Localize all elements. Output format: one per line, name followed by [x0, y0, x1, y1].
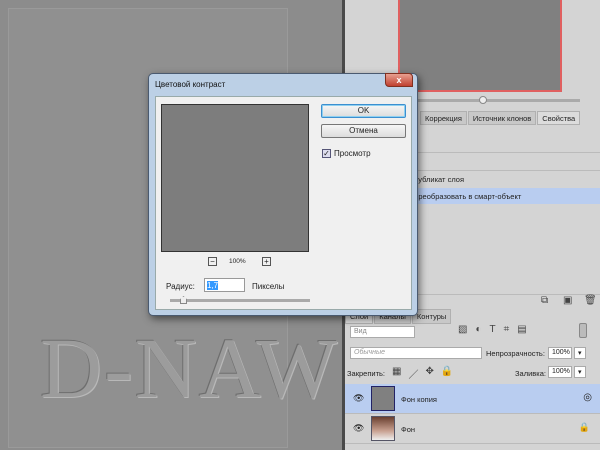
lock-all-icon[interactable]: 🔒 — [441, 366, 453, 381]
close-button[interactable]: x — [385, 73, 413, 87]
filter-toggle[interactable] — [579, 323, 587, 338]
camera-icon[interactable]: ▣ — [563, 295, 572, 306]
radius-label: Радиус: — [166, 282, 195, 291]
cancel-button[interactable]: Отмена — [321, 124, 406, 138]
ok-button[interactable]: OK — [321, 104, 406, 118]
panel-tabs: Коррекция Источник клонов Свойства — [420, 111, 581, 125]
navigator-slider-thumb[interactable] — [479, 96, 487, 104]
eye-icon[interactable]: 👁 — [353, 423, 364, 434]
radius-value: 1,7 — [207, 281, 219, 290]
radius-input[interactable]: 1,7 — [204, 278, 245, 292]
radius-slider[interactable] — [170, 299, 310, 302]
tab-adjustments[interactable]: Коррекция — [420, 111, 467, 125]
smart-filter-icon[interactable]: ◎ — [583, 392, 592, 403]
layer-row-selected[interactable]: 👁 Фон копия ◎ — [345, 384, 600, 414]
fill-label: Заливка: — [515, 369, 546, 378]
zoom-out-button[interactable]: − — [208, 257, 217, 266]
new-snapshot-icon[interactable]: ⧉ — [541, 295, 548, 306]
lock-move-icon[interactable]: ✥ — [425, 366, 433, 381]
navigator-preview[interactable] — [398, 0, 562, 92]
opacity-label: Непрозрачность: — [486, 349, 545, 358]
watermark-text: D-NAW — [40, 320, 340, 416]
eye-icon[interactable]: 👁 — [353, 393, 364, 404]
opacity-input[interactable]: 100% — [548, 347, 572, 359]
pixel-filter-icon[interactable]: ▧ — [458, 324, 467, 335]
color-contrast-dialog: Цветовой контраст x OK Отмена ✓ Просмотр… — [148, 73, 418, 316]
zoom-in-button[interactable]: + — [262, 257, 271, 266]
smart-object-filter-icon[interactable]: ▤ — [517, 324, 526, 335]
fill-dropdown[interactable]: ▾ — [574, 366, 586, 378]
units-label: Пикселы — [252, 282, 285, 291]
opacity-dropdown[interactable]: ▾ — [574, 347, 586, 359]
trash-icon[interactable]: 🗑 — [584, 295, 597, 306]
shape-filter-icon[interactable]: ⌗ — [504, 324, 510, 335]
preview-checkbox[interactable]: ✓ — [322, 149, 331, 158]
layer-row[interactable]: 👁 Фон 🔒 — [345, 414, 600, 444]
lock-brush-icon[interactable]: ／ — [408, 366, 418, 381]
lock-label: Закрепить: — [347, 369, 386, 378]
tab-clone-source[interactable]: Источник клонов — [467, 111, 537, 125]
blend-mode-select[interactable]: Обычные — [350, 347, 482, 359]
adjustment-filter-icon[interactable]: ◐ — [475, 324, 481, 335]
tab-properties[interactable]: Свойства — [537, 111, 581, 125]
dialog-title: Цветовой контраст — [155, 80, 226, 89]
layer-thumbnail — [371, 386, 395, 411]
layer-filter-select[interactable]: Вид — [350, 326, 415, 338]
layer-name[interactable]: Фон копия — [401, 395, 437, 404]
layer-name[interactable]: Фон — [401, 425, 415, 434]
type-filter-icon[interactable]: T — [490, 324, 496, 335]
zoom-level: 100% — [229, 258, 246, 265]
lock-transparent-icon[interactable]: ▦ — [392, 366, 401, 381]
fill-input[interactable]: 100% — [548, 366, 572, 378]
radius-slider-thumb[interactable] — [180, 296, 187, 304]
filter-preview[interactable] — [161, 104, 309, 252]
dialog-body: OK Отмена ✓ Просмотр − 100% + Радиус: 1,… — [155, 96, 412, 310]
lock-icon: 🔒 — [578, 422, 590, 432]
layer-thumbnail — [371, 416, 395, 441]
preview-label: Просмотр — [334, 149, 371, 158]
